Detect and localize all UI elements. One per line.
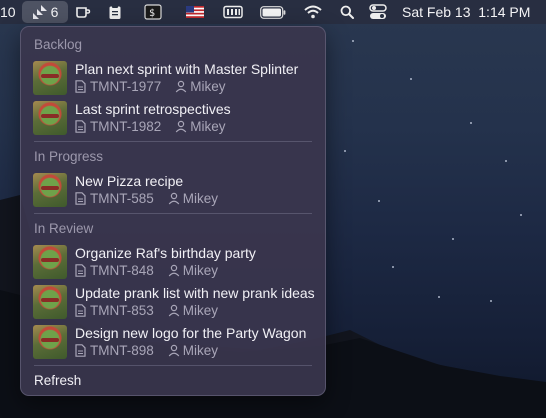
jira-issue-count: 6 bbox=[50, 4, 59, 20]
issue-title: Update prank list with new prank ideas bbox=[75, 285, 315, 301]
issue-meta: TMNT-853 Mikey bbox=[75, 303, 218, 318]
issue-title: Plan next sprint with Master Splinter bbox=[75, 61, 299, 77]
issue-item[interactable]: New Pizza recipe TMNT-585 Mikey bbox=[21, 169, 325, 209]
person-icon bbox=[168, 344, 180, 358]
jira-icon bbox=[32, 4, 48, 20]
document-icon bbox=[75, 343, 87, 358]
issue-meta: TMNT-1977 Mikey bbox=[75, 79, 226, 94]
issue-title: Design new logo for the Party Wagon bbox=[75, 325, 307, 341]
issue-key: TMNT-1977 bbox=[90, 79, 162, 94]
document-icon bbox=[75, 119, 87, 134]
memory-icon[interactable] bbox=[220, 0, 246, 24]
person-icon bbox=[168, 304, 180, 318]
svg-text:$: $ bbox=[149, 8, 155, 19]
jira-issues-dropdown: Backlog Plan next sprint with Master Spl… bbox=[20, 26, 326, 396]
section-backlog: Backlog Plan next sprint with Master Spl… bbox=[21, 33, 325, 137]
divider bbox=[34, 213, 312, 214]
issue-item[interactable]: Organize Raf's birthday party TMNT-848 M… bbox=[21, 241, 325, 281]
wifi-icon[interactable] bbox=[302, 0, 324, 24]
us-flag-icon[interactable] bbox=[184, 0, 206, 24]
issue-key: TMNT-848 bbox=[90, 263, 154, 278]
jira-menubar-button[interactable]: 6 bbox=[22, 1, 68, 23]
issue-title: New Pizza recipe bbox=[75, 173, 184, 189]
issue-meta: TMNT-898 Mikey bbox=[75, 343, 218, 358]
clipboard-icon[interactable] bbox=[104, 0, 126, 24]
person-icon bbox=[175, 80, 187, 94]
issue-title: Organize Raf's birthday party bbox=[75, 245, 256, 261]
divider bbox=[34, 141, 312, 142]
avatar bbox=[33, 61, 67, 95]
issue-assignee: Mikey bbox=[190, 79, 226, 94]
avatar bbox=[33, 285, 67, 319]
document-icon bbox=[75, 79, 87, 94]
issue-item[interactable]: Update prank list with new prank ideas T… bbox=[21, 281, 325, 321]
person-icon bbox=[175, 120, 187, 134]
document-icon bbox=[75, 263, 87, 278]
menubar-clock[interactable]: Sat Feb 13 1:14 PM bbox=[402, 0, 530, 24]
issue-title: Last sprint retrospectives bbox=[75, 101, 231, 117]
refresh-menu-item[interactable]: Refresh bbox=[21, 369, 325, 393]
person-icon bbox=[168, 192, 180, 206]
menu-bar: 10 6 $ Sat Feb 13 1:14 PM bbox=[0, 0, 546, 24]
avatar bbox=[33, 245, 67, 279]
issue-key: TMNT-585 bbox=[90, 191, 154, 206]
issue-meta: TMNT-1982 Mikey bbox=[75, 119, 226, 134]
terminal-icon[interactable]: $ bbox=[142, 0, 164, 24]
document-icon bbox=[75, 303, 87, 318]
issue-meta: TMNT-848 Mikey bbox=[75, 263, 218, 278]
coffee-cup-icon[interactable] bbox=[72, 0, 94, 24]
issue-meta: TMNT-585 Mikey bbox=[75, 191, 218, 206]
document-icon bbox=[75, 191, 87, 206]
menubar-clipped-text: 10 bbox=[0, 4, 16, 20]
issue-assignee: Mikey bbox=[182, 303, 219, 318]
issue-item[interactable]: Plan next sprint with Master Splinter TM… bbox=[21, 57, 325, 97]
avatar bbox=[33, 173, 67, 207]
person-icon bbox=[168, 264, 180, 278]
issue-item[interactable]: Design new logo for the Party Wagon TMNT… bbox=[21, 321, 325, 361]
avatar bbox=[33, 325, 67, 359]
section-title-in-review: In Review bbox=[34, 221, 94, 236]
control-center-icon[interactable] bbox=[366, 0, 390, 24]
issue-assignee: Mikey bbox=[190, 119, 226, 134]
issue-assignee: Mikey bbox=[182, 343, 219, 358]
issue-key: TMNT-1982 bbox=[90, 119, 162, 134]
avatar bbox=[33, 101, 67, 135]
search-icon[interactable] bbox=[336, 0, 358, 24]
issue-key: TMNT-853 bbox=[90, 303, 154, 318]
section-in-progress: In Progress New Pizza recipe TMNT-585 Mi… bbox=[21, 145, 325, 209]
section-in-review: In Review Organize Raf's birthday party … bbox=[21, 217, 325, 361]
issue-key: TMNT-898 bbox=[90, 343, 154, 358]
divider bbox=[34, 365, 312, 366]
issue-item[interactable]: Last sprint retrospectives TMNT-1982 Mik… bbox=[21, 97, 325, 137]
section-title-backlog: Backlog bbox=[34, 37, 83, 52]
issue-assignee: Mikey bbox=[182, 263, 219, 278]
section-title-in-progress: In Progress bbox=[34, 149, 104, 164]
issue-assignee: Mikey bbox=[182, 191, 219, 206]
battery-icon[interactable] bbox=[258, 0, 288, 24]
